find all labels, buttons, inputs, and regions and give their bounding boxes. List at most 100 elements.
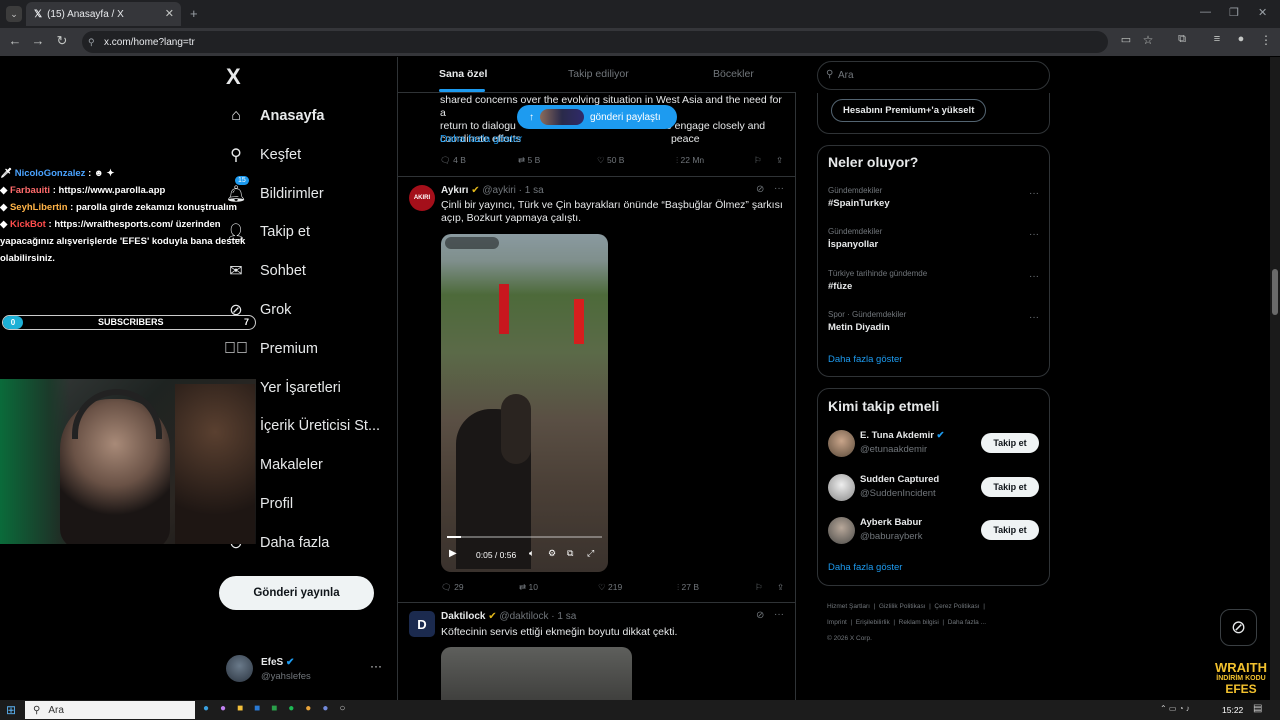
footer-link[interactable]: Çerez Politikası — [934, 603, 979, 610]
tweet[interactable]: D Daktilock ✔ @daktilock · 1 sa ⊘ ··· Kö… — [398, 603, 796, 700]
tab-following[interactable]: Takip ediliyor — [568, 68, 629, 80]
reply-button[interactable]: 🗨︎ 4 B — [440, 155, 466, 166]
forward-icon[interactable]: → — [29, 33, 47, 48]
footer-link[interactable]: Hizmet Şartları — [827, 603, 870, 610]
share-icon[interactable]: ⇪ — [777, 582, 784, 593]
cast-icon[interactable]: ▭ — [1117, 33, 1135, 46]
trend-more-icon[interactable]: ··· — [1029, 229, 1039, 240]
nav-item-home[interactable]: ⌂ Anasayfa — [226, 102, 324, 130]
start-icon[interactable]: ⊞ — [6, 703, 16, 717]
follow-button[interactable]: Takip et — [981, 520, 1039, 540]
app-icon[interactable]: ■ — [271, 703, 288, 714]
new-tab-icon[interactable]: + — [190, 6, 198, 21]
like-button[interactable]: ♡ 50 B — [597, 155, 624, 166]
minimize-icon[interactable]: — — [1200, 6, 1211, 18]
trend-more-icon[interactable]: ··· — [1029, 271, 1039, 282]
views-button[interactable]: ⫶ 22 Mn — [676, 155, 704, 166]
video-progress-track[interactable] — [447, 536, 602, 538]
close-window-icon[interactable]: ✕ — [1258, 6, 1267, 19]
follow-item[interactable]: Sudden Captured @SuddenIncident Takip et — [818, 473, 1049, 503]
follow-item[interactable]: E. Tuna Akdemir ✔ @etunaakdemir Takip et — [818, 429, 1049, 459]
profile-avatar-icon[interactable]: ● — [1232, 33, 1250, 45]
like-button[interactable]: ♡ 219 — [598, 582, 622, 593]
tweet[interactable]: AKIRI Aykırı ✔ @aykiri · 1 sa ⊘ ··· Çinl… — [398, 177, 796, 602]
tweet-avatar[interactable]: D — [409, 611, 435, 637]
new-posts-toast[interactable]: ↑ gönderi paylaştı — [517, 105, 677, 129]
tweet-author[interactable]: Aykırı — [441, 185, 468, 196]
edge-icon[interactable]: ● — [203, 703, 220, 714]
trends-show-more[interactable]: Daha fazla göster — [828, 354, 902, 365]
tab-list-icon[interactable]: ⌄ — [6, 6, 22, 22]
tweet-more-icon[interactable]: ··· — [774, 183, 784, 194]
tray-icons[interactable]: ⌃ ▭ ◔ ♪ — [1160, 704, 1190, 713]
grok-icon[interactable]: ⊘ — [756, 184, 764, 195]
address-bar[interactable]: ⚲ x.com/home?lang=tr — [82, 31, 1108, 53]
footer-link[interactable]: Gizlilik Politikası — [879, 603, 926, 610]
follow-button[interactable]: Takip et — [981, 433, 1039, 453]
views-button[interactable]: ⫶ 27 B — [677, 582, 699, 593]
copilot-icon[interactable]: ● — [220, 703, 237, 714]
footer-link[interactable]: Daha fazla ... — [948, 619, 986, 626]
search-input[interactable]: ⚲ Ara — [817, 61, 1050, 90]
footer-link[interactable]: Erişilebilirlik — [856, 619, 890, 626]
spotify-icon[interactable]: ● — [288, 703, 305, 714]
share-icon[interactable]: ⇪ — [776, 155, 783, 166]
reply-button[interactable]: 🗨︎ 29 — [441, 582, 464, 593]
trend-item[interactable]: Gündemdekiler #SpainTurkey ··· — [828, 186, 1043, 209]
bookmark-icon[interactable]: ⚐ — [755, 582, 763, 593]
repost-button[interactable]: ⇄ 5 B — [518, 155, 540, 166]
follow-show-more[interactable]: Daha fazla göster — [828, 562, 902, 573]
browser-tab[interactable]: 𝕏 (15) Anasayfa / X ✕ — [26, 2, 181, 26]
restore-icon[interactable]: ❐ — [1229, 6, 1239, 19]
browser-menu-icon[interactable]: ⋮ — [1257, 33, 1275, 47]
tab-bugs[interactable]: Böcekler — [713, 68, 754, 80]
reading-list-icon[interactable]: ≡ — [1208, 33, 1226, 45]
settings-icon[interactable]: ⚙ — [548, 548, 556, 559]
files-icon[interactable]: ■ — [237, 703, 254, 714]
show-more-link[interactable]: Daha fazla göster — [440, 133, 522, 145]
trend-more-icon[interactable]: ··· — [1029, 188, 1039, 199]
taskbar-search[interactable]: ⚲ Ara — [25, 701, 195, 719]
pip-icon[interactable]: ⧉ — [567, 548, 573, 559]
tweet-author[interactable]: Daktilock — [441, 611, 485, 622]
repost-button[interactable]: ⇄ 10 — [519, 582, 538, 593]
close-tab-icon[interactable]: ✕ — [165, 7, 174, 20]
extensions-icon[interactable]: ⧉ — [1173, 33, 1191, 46]
account-switcher[interactable]: EfeS ✔ @yahslefes ··· — [226, 655, 386, 685]
account-more-icon[interactable]: ··· — [370, 659, 382, 673]
grok-float-button[interactable]: ⊘ — [1220, 609, 1257, 646]
obs-icon[interactable]: ○ — [339, 703, 356, 714]
bookmark-star-icon[interactable]: ☆ — [1139, 33, 1157, 47]
site-info-icon[interactable]: ⚲ — [88, 37, 95, 48]
follow-item[interactable]: Ayberk Babur @baburayberk Takip et — [818, 516, 1049, 546]
tab-for-you[interactable]: Sana özel — [439, 68, 487, 80]
page-scrollbar[interactable] — [1270, 57, 1280, 700]
notification-icon[interactable]: ▤ — [1253, 703, 1262, 714]
tweet-video[interactable]: ▶ 0:05 / 0:56 🔈︎ ⚙ ⧉ ⤢ — [441, 234, 608, 572]
tweet-handle[interactable]: @daktilock — [499, 611, 548, 622]
follow-button[interactable]: Takip et — [981, 477, 1039, 497]
outlook-icon[interactable]: ■ — [254, 703, 271, 714]
footer-link[interactable]: Reklam bilgisi — [899, 619, 939, 626]
tweet-handle[interactable]: @aykiri — [482, 185, 516, 196]
discord-icon[interactable]: ● — [322, 703, 339, 714]
premium-upgrade-button[interactable]: Hesabını Premium+'a yükselt — [831, 99, 987, 122]
reload-icon[interactable]: ↻ — [53, 33, 71, 49]
play-icon[interactable]: ▶ — [449, 548, 457, 559]
volume-icon[interactable]: 🔈︎ — [529, 548, 534, 559]
trend-item[interactable]: Spor · Gündemdekiler Metin Diyadin ··· — [828, 310, 1043, 333]
grok-icon[interactable]: ⊘ — [756, 610, 764, 621]
bookmark-icon[interactable]: ⚐ — [754, 155, 762, 166]
nav-item-premium[interactable]: ✓⃝ Premium — [224, 335, 318, 363]
trend-item[interactable]: Gündemdekiler İspanyollar ··· — [828, 227, 1043, 250]
post-button[interactable]: Gönderi yayınla — [219, 576, 374, 610]
tweet-image[interactable] — [441, 647, 632, 700]
chrome-icon[interactable]: ● — [305, 703, 322, 714]
tweet-avatar[interactable]: AKIRI — [409, 185, 435, 211]
trend-item[interactable]: Türkiye tarihinde gündemde #füze ··· — [828, 269, 1043, 292]
trend-more-icon[interactable]: ··· — [1029, 312, 1039, 323]
x-logo[interactable]: X — [226, 64, 241, 90]
fullscreen-icon[interactable]: ⤢ — [587, 548, 594, 559]
tweet-more-icon[interactable]: ··· — [774, 609, 784, 620]
scrollbar-thumb[interactable] — [1272, 269, 1278, 315]
